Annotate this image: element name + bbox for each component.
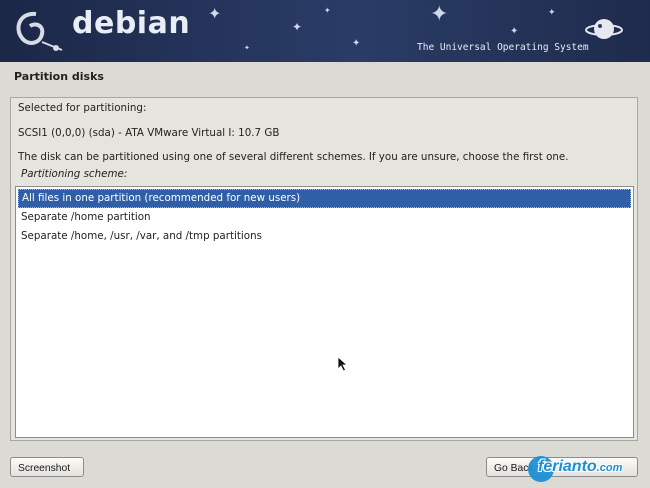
star-icon: ✦ bbox=[244, 44, 250, 52]
mouse-pointer-icon bbox=[337, 356, 349, 372]
watermark-text: ferianto bbox=[538, 458, 597, 475]
star-icon: ✦ bbox=[430, 2, 449, 27]
star-icon: ✦ bbox=[208, 4, 222, 23]
disk-description: SCSI1 (0,0,0) (sda) - ATA VMware Virtual… bbox=[18, 127, 280, 139]
planet-icon bbox=[585, 19, 623, 39]
list-item[interactable]: All files in one partition (recommended … bbox=[18, 189, 631, 208]
star-icon: ✦ bbox=[510, 26, 519, 37]
page-title: Partition disks bbox=[14, 70, 104, 83]
screenshot-button[interactable]: Screenshot bbox=[10, 457, 84, 477]
installer-banner: debian ✦ ✦ ✦ ✦ ✦ ✦ ✦ ✦ The Universal Ope… bbox=[0, 0, 650, 62]
selected-for-partitioning-label: Selected for partitioning: bbox=[18, 102, 147, 114]
star-icon: ✦ bbox=[548, 8, 556, 18]
instructions-text: The disk can be partitioned using one of… bbox=[18, 151, 569, 163]
partitioning-scheme-list[interactable]: All files in one partition (recommended … bbox=[15, 186, 634, 438]
star-icon: ✦ bbox=[352, 38, 361, 49]
banner-tagline: The Universal Operating System bbox=[417, 42, 589, 53]
debian-logo-text: debian bbox=[72, 6, 191, 41]
partitioning-scheme-label: Partitioning scheme: bbox=[21, 168, 128, 180]
list-item[interactable]: Separate /home partition bbox=[18, 208, 631, 227]
watermark-suffix: .com bbox=[596, 462, 623, 474]
watermark: ferianto.com bbox=[528, 455, 648, 485]
debian-swirl-icon bbox=[16, 11, 63, 51]
star-icon: ✦ bbox=[324, 6, 331, 15]
list-item[interactable]: Separate /home, /usr, /var, and /tmp par… bbox=[18, 227, 631, 246]
star-icon: ✦ bbox=[292, 20, 303, 34]
